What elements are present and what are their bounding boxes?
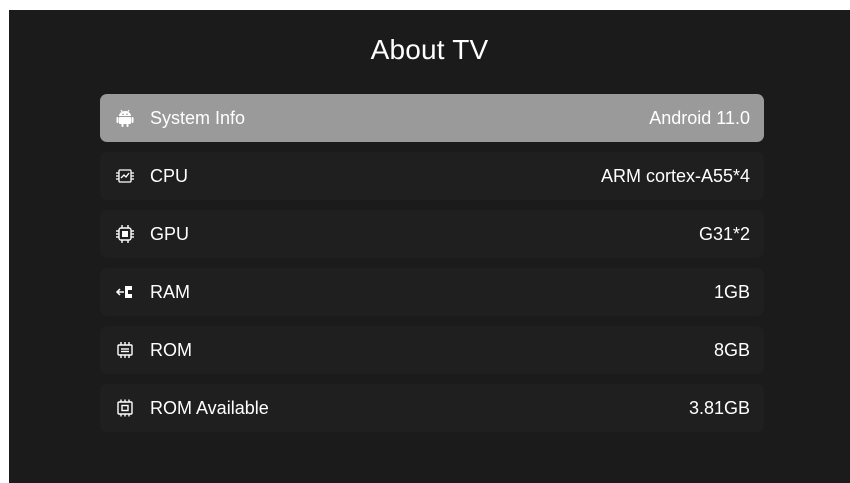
list-item-value: Android 11.0 [649,107,750,128]
list-item-rom-available[interactable]: ROM Available 3.81GB [100,384,764,432]
list-item-label: ROM [150,339,192,360]
list-item-value: 8GB [713,339,750,360]
android-icon [114,107,136,129]
list-item-ram[interactable]: RAM 1GB [100,268,764,316]
list-item-gpu[interactable]: GPU G31*2 [100,210,764,258]
gpu-chip-icon [114,223,136,245]
cpu-icon [114,165,136,187]
about-list: System Info Android 11.0 CPU ARM cortex-… [100,94,764,442]
list-item-label: ROM Available [150,397,269,418]
list-item-cpu[interactable]: CPU ARM cortex-A55*4 [100,152,764,200]
list-item-label: System Info [150,107,246,128]
list-item-rom[interactable]: ROM 8GB [100,326,764,374]
list-item-value: G31*2 [698,223,750,244]
list-item-value: 3.81GB [688,397,750,418]
list-item-label: CPU [150,165,189,186]
list-item-value: 1GB [713,281,750,302]
list-item-label: GPU [150,223,190,244]
list-item-system-info[interactable]: System Info Android 11.0 [100,94,764,142]
list-item-label: RAM [150,281,190,302]
ram-icon [114,281,136,303]
page-title: About TV [370,34,489,65]
rom-available-icon [114,397,136,419]
tv-screen: About TV System Info Android 11.0 CPU AR… [9,10,850,483]
list-item-value: ARM cortex-A55*4 [600,165,750,186]
rom-icon [114,339,136,361]
